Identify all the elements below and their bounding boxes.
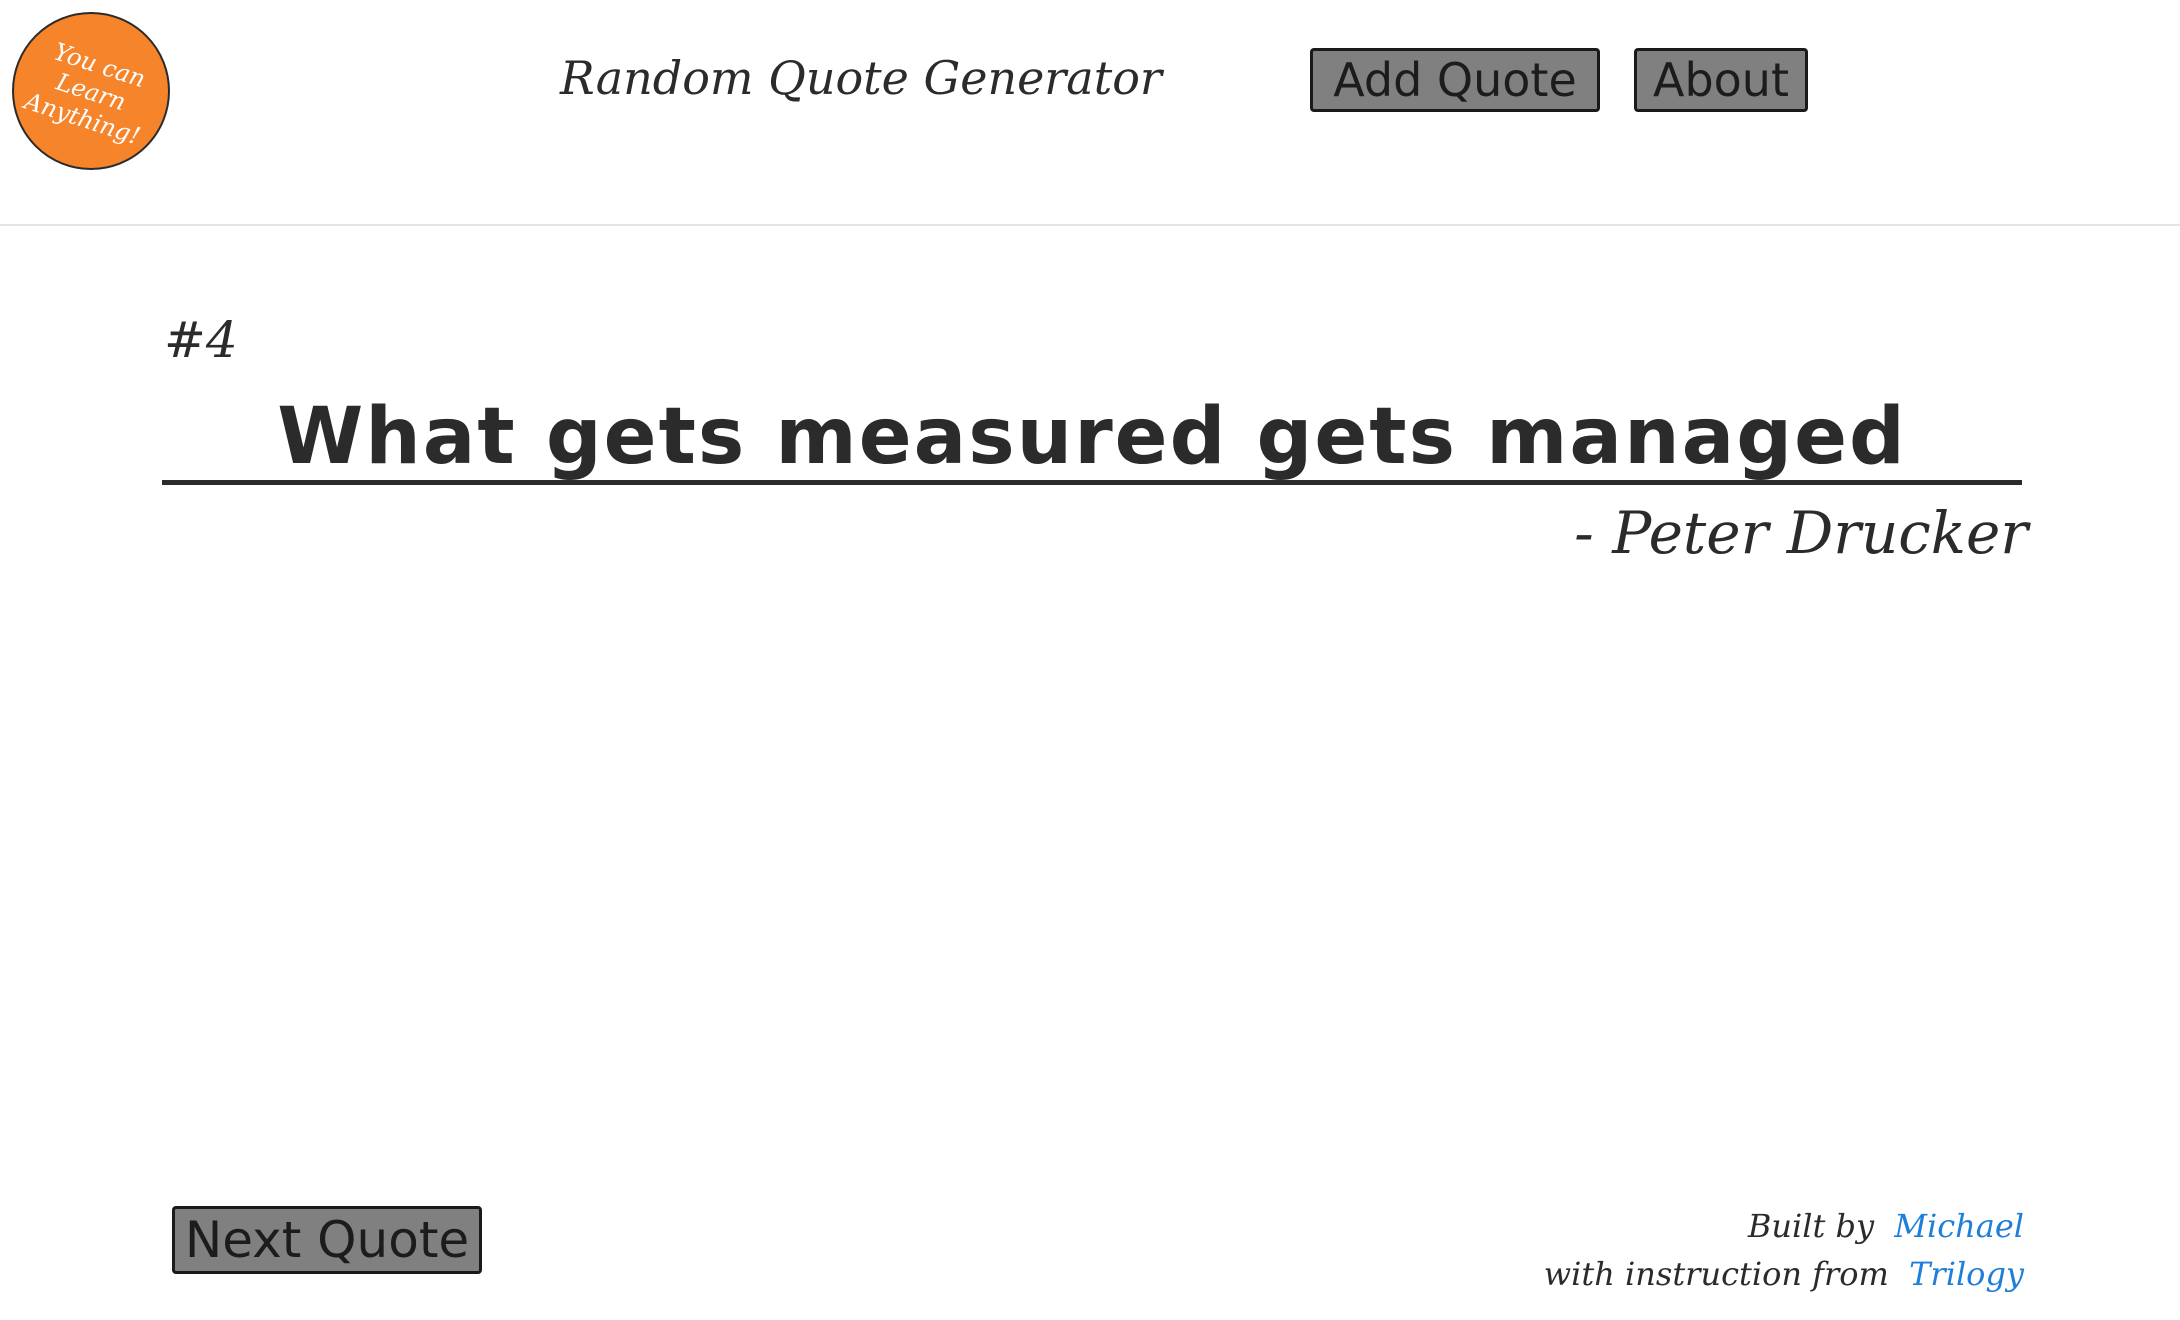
instruction-prefix: with instruction from [1543, 1255, 1889, 1293]
logo-badge[interactable]: You can Learn Anything! [12, 12, 170, 170]
next-quote-button[interactable]: Next Quote [172, 1206, 482, 1274]
quote-divider [162, 480, 2022, 485]
header: You can Learn Anything! Random Quote Gen… [0, 0, 2180, 226]
quote-number: #4 [164, 311, 238, 369]
built-by-prefix: Built by [1747, 1207, 1875, 1245]
author-link[interactable]: Michael [1894, 1207, 2024, 1245]
page: You can Learn Anything! Random Quote Gen… [0, 0, 2180, 1320]
quote-text: What gets measured gets managed [277, 392, 1907, 482]
logo-text: You can Learn Anything! [14, 28, 168, 155]
footer-credits: Built by Michael with instruction from T… [1544, 1202, 2024, 1298]
about-button[interactable]: About [1634, 48, 1808, 112]
quote-author: - Peter Drucker [1574, 499, 2028, 567]
site-title: Random Quote Generator [560, 51, 1162, 105]
add-quote-button[interactable]: Add Quote [1310, 48, 1600, 112]
instruction-line: with instruction from Trilogy [1544, 1250, 2024, 1298]
built-by-line: Built by Michael [1544, 1202, 2024, 1250]
trilogy-link[interactable]: Trilogy [1909, 1255, 2024, 1293]
